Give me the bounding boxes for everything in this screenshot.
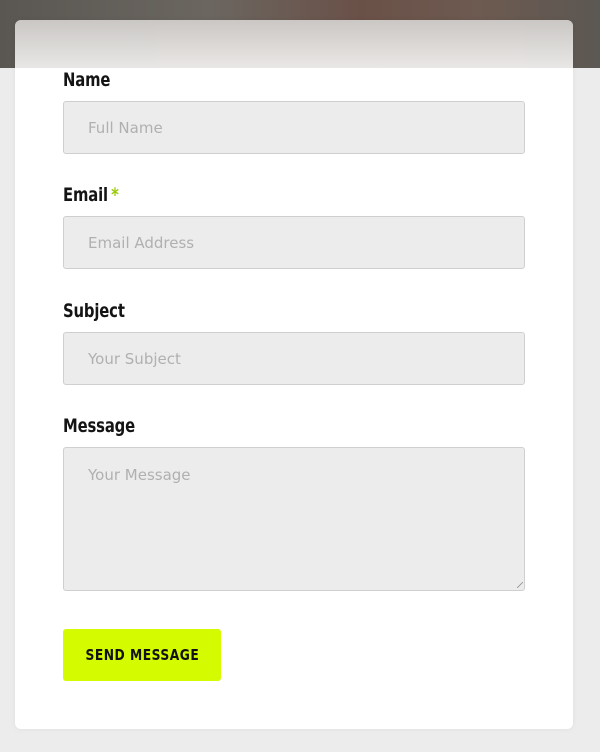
subject-label: Subject xyxy=(63,300,125,322)
send-message-button-label: SEND MESSAGE xyxy=(85,646,199,664)
message-textarea[interactable] xyxy=(63,447,525,591)
name-input[interactable] xyxy=(63,101,525,154)
email-label-text: Email xyxy=(63,184,108,206)
contact-form-card: Name Email* Subject Message SEND MESSAGE xyxy=(15,20,573,729)
message-label: Message xyxy=(63,415,135,437)
name-label-text: Name xyxy=(63,69,111,91)
send-message-button[interactable]: SEND MESSAGE xyxy=(63,629,221,681)
subject-label-text: Subject xyxy=(63,300,125,322)
card-top-overlay xyxy=(15,20,573,68)
name-label: Name xyxy=(63,69,110,91)
textarea-resize-handle[interactable] xyxy=(517,582,523,588)
subject-input[interactable] xyxy=(63,332,525,385)
email-input[interactable] xyxy=(63,216,525,269)
email-label: Email * xyxy=(63,184,119,206)
required-marker: * xyxy=(111,184,119,206)
message-label-text: Message xyxy=(63,415,136,437)
